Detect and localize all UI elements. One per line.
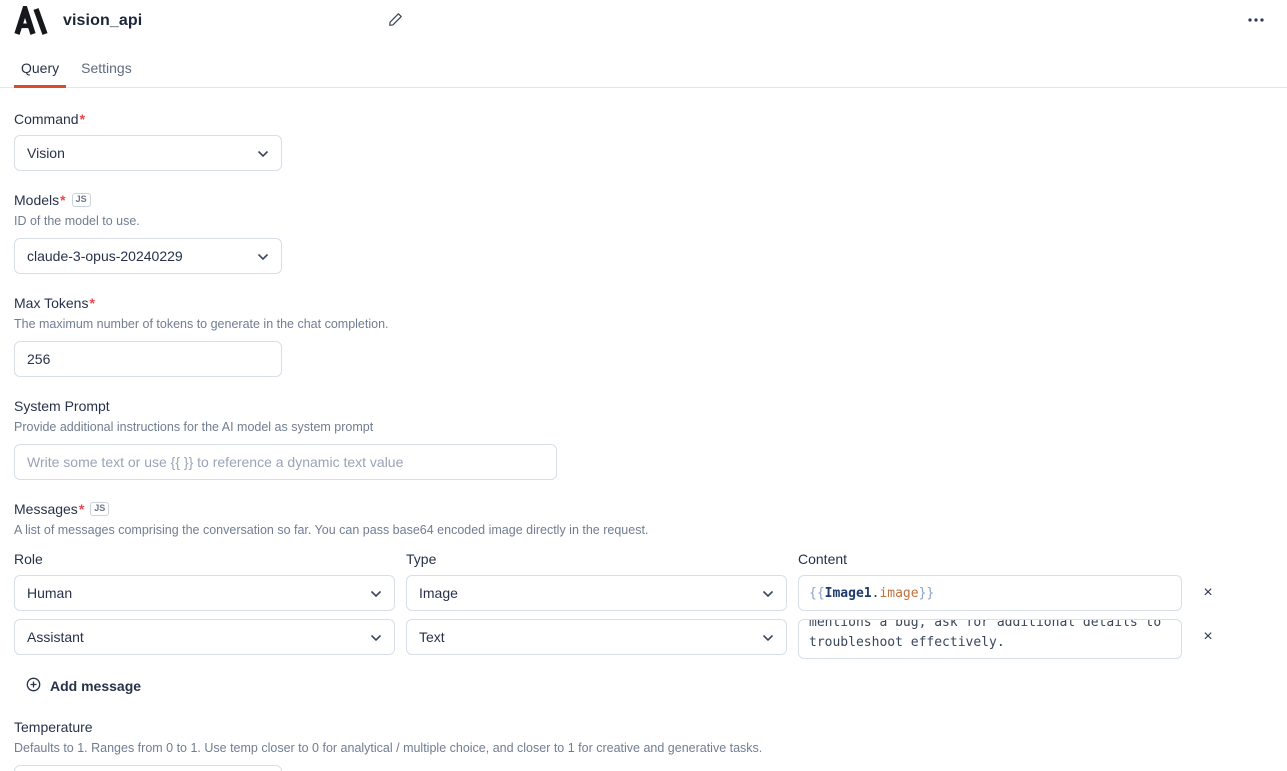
js-toggle-badge[interactable]: JS — [90, 502, 109, 516]
message-role-value: Human — [27, 585, 72, 601]
tab-settings[interactable]: Settings — [74, 54, 139, 87]
models-field-group: Models* JS ID of the model to use. claud… — [14, 192, 1273, 274]
chevron-down-icon — [370, 629, 382, 645]
chevron-down-icon — [762, 585, 774, 601]
messages-table: Role Type Content Human Image {{Image1.i… — [14, 551, 1273, 659]
command-select[interactable]: Vision — [14, 135, 282, 171]
messages-label: Messages* — [14, 501, 84, 517]
required-asterisk: * — [79, 501, 84, 517]
page-title: vision_api — [63, 12, 142, 30]
edit-title-button[interactable] — [386, 10, 405, 32]
command-field-group: Command* Vision — [14, 111, 1273, 171]
overflow-menu-button[interactable] — [1243, 9, 1269, 34]
add-message-button[interactable]: Add message — [26, 677, 141, 695]
message-content-text: mentions a bug, ask for additional detai… — [809, 619, 1171, 653]
app-header: vision_api — [0, 0, 1287, 40]
role-column-header: Role — [14, 551, 395, 567]
message-content-input[interactable]: {{Image1.image}} — [798, 575, 1182, 611]
pencil-icon — [388, 12, 403, 30]
add-message-label: Add message — [50, 678, 141, 694]
system-prompt-field-group: System Prompt Provide additional instruc… — [14, 398, 1273, 480]
required-asterisk: * — [80, 111, 85, 127]
message-type-select[interactable]: Image — [406, 575, 787, 611]
code-token: }} — [919, 586, 935, 601]
message-type-select[interactable]: Text — [406, 619, 787, 655]
chevron-down-icon — [257, 248, 269, 264]
temperature-field-group: Temperature Defaults to 1. Ranges from 0… — [14, 719, 1273, 771]
code-token: image — [879, 586, 918, 601]
messages-field-group: Messages* JS A list of messages comprisi… — [14, 501, 1273, 695]
temperature-label: Temperature — [14, 719, 93, 735]
chevron-down-icon — [762, 629, 774, 645]
system-prompt-label: System Prompt — [14, 398, 110, 414]
message-type-value: Text — [419, 629, 445, 645]
content-column-header: Content — [798, 551, 1182, 567]
tab-query[interactable]: Query — [14, 54, 66, 87]
chevron-down-icon — [257, 145, 269, 161]
models-helper-text: ID of the model to use. — [14, 214, 1273, 228]
required-asterisk: * — [89, 295, 94, 311]
code-token: . — [872, 586, 880, 601]
js-toggle-badge[interactable]: JS — [72, 193, 91, 207]
models-select-value: claude-3-opus-20240229 — [27, 248, 183, 264]
tab-bar: Query Settings — [0, 54, 1287, 88]
plus-circle-icon — [26, 677, 41, 695]
command-label: Command* — [14, 111, 85, 127]
max-tokens-helper-text: The maximum number of tokens to generate… — [14, 317, 1273, 331]
system-prompt-input[interactable] — [14, 444, 557, 480]
anthropic-logo-icon — [14, 6, 48, 36]
messages-helper-text: A list of messages comprising the conver… — [14, 523, 1273, 537]
code-token: {{ — [809, 586, 825, 601]
message-role-select[interactable]: Assistant — [14, 619, 395, 655]
temperature-helper-text: Defaults to 1. Ranges from 0 to 1. Use t… — [14, 741, 1273, 755]
query-form: Command* Vision Models* JS ID of the mod… — [0, 88, 1287, 771]
remove-message-button[interactable]: × — [1193, 575, 1223, 611]
system-prompt-helper-text: Provide additional instructions for the … — [14, 420, 1273, 434]
type-column-header: Type — [406, 551, 787, 567]
code-token: Image1 — [825, 586, 872, 601]
temperature-input[interactable] — [14, 765, 282, 771]
models-label: Models* — [14, 192, 66, 208]
required-asterisk: * — [60, 192, 65, 208]
message-type-value: Image — [419, 585, 458, 601]
message-role-value: Assistant — [27, 629, 84, 645]
remove-message-button[interactable]: × — [1193, 619, 1223, 655]
max-tokens-input[interactable] — [14, 341, 282, 377]
max-tokens-label: Max Tokens* — [14, 295, 95, 311]
chevron-down-icon — [370, 585, 382, 601]
models-select[interactable]: claude-3-opus-20240229 — [14, 238, 282, 274]
max-tokens-field-group: Max Tokens* The maximum number of tokens… — [14, 295, 1273, 377]
command-select-value: Vision — [27, 145, 65, 161]
ellipsis-icon — [1247, 11, 1265, 32]
message-content-input[interactable]: mentions a bug, ask for additional detai… — [798, 619, 1182, 659]
message-role-select[interactable]: Human — [14, 575, 395, 611]
